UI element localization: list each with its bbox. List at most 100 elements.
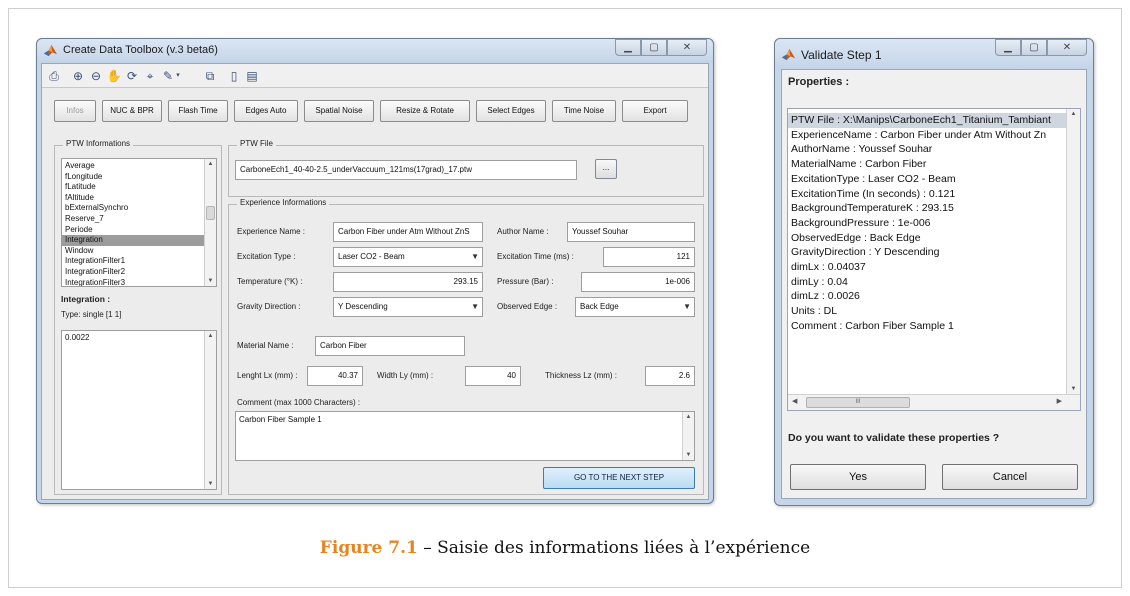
property-item[interactable]: dimLx : 0.04037 (788, 260, 1080, 275)
cancel-button[interactable]: Cancel (942, 464, 1078, 490)
temperature-label: Temperature (°K) : (237, 277, 303, 286)
property-item[interactable]: Units : DL (788, 304, 1080, 319)
ptw-file-label: PTW File (237, 139, 276, 148)
browse-button[interactable]: ... (595, 159, 617, 179)
pressure-field[interactable]: 1e-006 (581, 272, 695, 292)
property-item[interactable]: BackgroundTemperatureK : 293.15 (788, 201, 1080, 216)
scroll-up-arrow-icon[interactable]: ▲ (205, 159, 216, 169)
ptw-field-item[interactable]: Integration (62, 235, 216, 246)
tab-nuc-bpr[interactable]: NUC & BPR (102, 100, 162, 122)
gravity-direction-select[interactable]: Y Descending ▼ (333, 297, 483, 317)
maximize-button[interactable]: ▢ (1021, 39, 1047, 56)
tab-flash-time[interactable]: Flash Time (168, 100, 228, 122)
dropdown-arrow-icon: ▼ (683, 302, 691, 311)
pan-hand-icon[interactable]: ✋ (106, 68, 122, 84)
property-item[interactable]: ExcitationType : Laser CO2 - Beam (788, 172, 1080, 187)
comment-textarea[interactable]: Carbon Fiber Sample 1 ▲ ▼ (235, 411, 695, 461)
experience-name-field[interactable]: Carbon Fiber under Atm Without ZnS (333, 222, 483, 242)
scroll-thumb[interactable] (206, 206, 215, 220)
property-item[interactable]: PTW File : X:\Manips\CarboneEch1_Titaniu… (788, 113, 1080, 128)
zoom-out-icon[interactable]: ⊖ (88, 68, 104, 84)
dropdown-arrow-icon: ▼ (471, 252, 479, 261)
colorbar-icon[interactable]: ▯ (226, 68, 242, 84)
hscroll-thumb[interactable]: III (806, 397, 910, 408)
print-icon[interactable]: ⎙ (46, 68, 62, 84)
tab-select-edges[interactable]: Select Edges (476, 100, 546, 122)
tab-spatial-noise[interactable]: Spatial Noise (304, 100, 374, 122)
thickness-field[interactable]: 2.6 (645, 366, 695, 386)
property-item[interactable]: GravityDirection : Y Descending (788, 245, 1080, 260)
excitation-time-field[interactable]: 121 (603, 247, 695, 267)
ptw-field-item[interactable]: fLatitude (62, 182, 216, 193)
ptw-field-item[interactable]: Window (62, 246, 216, 257)
author-name-label: Author Name : (497, 227, 549, 236)
brush-dropdown-icon[interactable]: ▾ (174, 68, 182, 84)
legend-icon[interactable]: ▤ (244, 68, 260, 84)
length-field[interactable]: 40.37 (307, 366, 363, 386)
tab-edges-auto[interactable]: Edges Auto (234, 100, 298, 122)
width-field[interactable]: 40 (465, 366, 521, 386)
temperature-field[interactable]: 293.15 (333, 272, 483, 292)
scroll-right-arrow-icon[interactable]: ▶ (1057, 397, 1062, 405)
yes-button[interactable]: Yes (790, 464, 926, 490)
scroll-down-arrow-icon[interactable]: ▼ (205, 276, 216, 286)
material-name-field[interactable]: Carbon Fiber (315, 336, 465, 356)
property-item[interactable]: ObservedEdge : Back Edge (788, 231, 1080, 246)
tab-infos[interactable]: Infos (54, 100, 96, 122)
ptw-field-item[interactable]: Periode (62, 225, 216, 236)
properties-vscrollbar[interactable]: ▲ ▼ (1066, 109, 1080, 394)
observed-edge-value: Back Edge (580, 302, 619, 311)
main-client-area: ⎙ ⊕ ⊖ ✋ ⟳ ⌖ ✎ ▾ ⧉ ▯ ▤ Infos NUC & BPR Fl… (41, 63, 709, 500)
scroll-down-arrow-icon[interactable]: ▼ (205, 479, 216, 489)
link-plot-icon[interactable]: ⧉ (202, 68, 218, 84)
rotate-3d-icon[interactable]: ⟳ (124, 68, 140, 84)
tab-export[interactable]: Export (622, 100, 688, 122)
property-item[interactable]: dimLz : 0.0026 (788, 289, 1080, 304)
value-scrollbar[interactable]: ▲ ▼ (204, 331, 216, 489)
property-item[interactable]: BackgroundPressure : 1e-006 (788, 216, 1080, 231)
property-item[interactable]: dimLy : 0.04 (788, 275, 1080, 290)
data-cursor-icon[interactable]: ⌖ (142, 68, 158, 84)
matlab-logo-icon (781, 48, 796, 61)
ptw-field-item[interactable]: bExternalSynchro (62, 203, 216, 214)
property-item[interactable]: Comment : Carbon Fiber Sample 1 (788, 319, 1080, 334)
ptw-field-item[interactable]: Reserve_7 (62, 214, 216, 225)
close-button[interactable]: ✕ (667, 39, 707, 56)
minimize-button[interactable]: ▁ (615, 39, 641, 56)
scroll-down-arrow-icon[interactable]: ▼ (1067, 384, 1080, 394)
scroll-down-arrow-icon[interactable]: ▼ (683, 450, 694, 460)
property-item[interactable]: ExperienceName : Carbon Fiber under Atm … (788, 128, 1080, 143)
ptw-field-item[interactable]: fLongitude (62, 172, 216, 183)
comment-scrollbar[interactable]: ▲ ▼ (682, 412, 694, 460)
properties-hscrollbar[interactable]: ◀ III ▶ (788, 394, 1080, 410)
tab-resize-rotate[interactable]: Resize & Rotate (380, 100, 470, 122)
ptw-field-item[interactable]: IntegrationFilter2 (62, 267, 216, 278)
scroll-up-arrow-icon[interactable]: ▲ (1067, 109, 1080, 119)
ptw-list-scrollbar[interactable]: ▲ ▼ (204, 159, 216, 286)
scroll-up-arrow-icon[interactable]: ▲ (683, 412, 694, 422)
tab-time-noise[interactable]: Time Noise (552, 100, 616, 122)
close-button[interactable]: ✕ (1047, 39, 1087, 56)
scroll-up-arrow-icon[interactable]: ▲ (205, 331, 216, 341)
maximize-button[interactable]: ▢ (641, 39, 667, 56)
observed-edge-select[interactable]: Back Edge ▼ (575, 297, 695, 317)
scroll-left-arrow-icon[interactable]: ◀ (792, 397, 797, 405)
minimize-button[interactable]: ▁ (995, 39, 1021, 56)
main-titlebar: Create Data Toolbox (v.3 beta6) ▁ ▢ ✕ (37, 39, 713, 63)
ptw-file-panel: PTW File CarboneEch1_40-40-2.5_underVacc… (228, 139, 704, 197)
next-step-button[interactable]: GO TO THE NEXT STEP (543, 467, 695, 489)
ptw-field-item[interactable]: IntegrationFilter3 (62, 278, 216, 286)
excitation-type-select[interactable]: Laser CO2 - Beam ▼ (333, 247, 483, 267)
properties-list[interactable]: PTW File : X:\Manips\CarboneEch1_Titaniu… (787, 108, 1081, 411)
ptw-field-item[interactable]: fAltitude (62, 193, 216, 204)
property-item[interactable]: ExcitationTime (In seconds) : 0.121 (788, 187, 1080, 202)
property-item[interactable]: MaterialName : Carbon Fiber (788, 157, 1080, 172)
property-item[interactable]: AuthorName : Youssef Souhar (788, 142, 1080, 157)
ptw-field-item[interactable]: Average (62, 161, 216, 172)
author-name-field[interactable]: Youssef Souhar (567, 222, 695, 242)
ptw-file-path-field[interactable]: CarboneEch1_40-40-2.5_underVaccuum_121ms… (235, 160, 577, 180)
field-value-box[interactable]: 0.0022 ▲ ▼ (61, 330, 217, 490)
zoom-in-icon[interactable]: ⊕ (70, 68, 86, 84)
ptw-field-list[interactable]: Average fLongitude fLatitude fAltitude bExte… (61, 158, 217, 287)
ptw-field-item[interactable]: IntegrationFilter1 (62, 256, 216, 267)
